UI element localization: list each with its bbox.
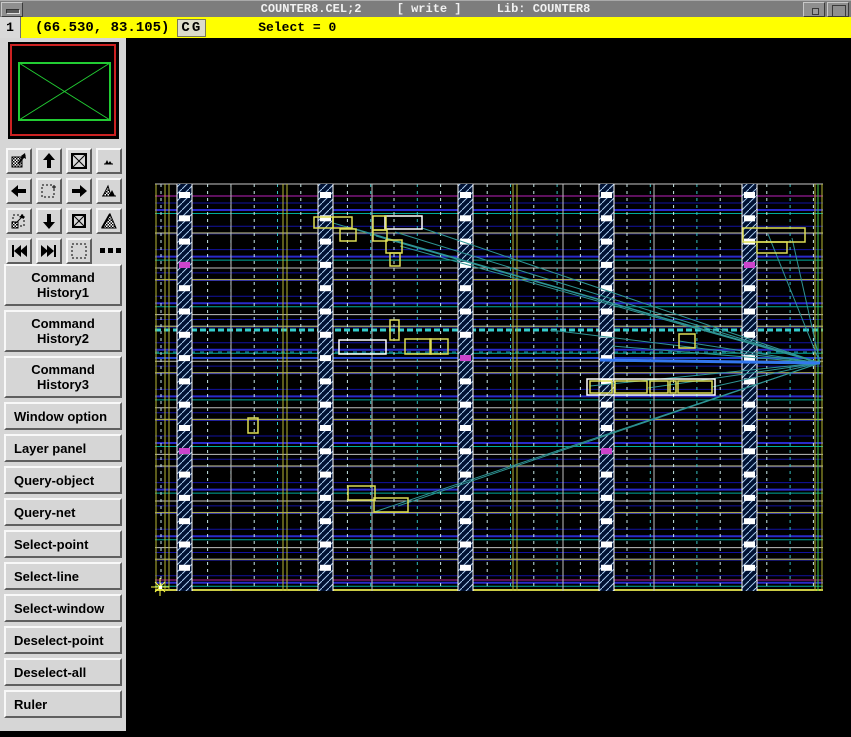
title-write-mode: [ write ] [396, 2, 462, 16]
view-next-icon [41, 245, 56, 257]
sidebar-button-deselect-point[interactable]: Deselect-point [4, 626, 122, 654]
pan-right-icon [72, 185, 87, 197]
button-label: Deselect-point [14, 632, 104, 648]
box-x-small-button[interactable] [66, 208, 92, 234]
pan-right-button[interactable] [66, 178, 92, 204]
minimize-button[interactable] [803, 2, 825, 17]
maximize-icon [832, 5, 846, 17]
overview-panel[interactable] [8, 42, 119, 139]
box-x-button[interactable] [66, 148, 92, 174]
view-prev-icon [12, 245, 27, 257]
select-box-button[interactable] [66, 238, 92, 264]
layout-canvas[interactable] [130, 38, 851, 737]
zoom-diag-button[interactable] [6, 208, 32, 234]
title-library: Lib: COUNTER8 [496, 2, 591, 16]
view-prev-button[interactable] [6, 238, 32, 264]
sidebar-button-ruler[interactable]: Ruler [4, 690, 122, 718]
pan-left-button[interactable] [6, 178, 32, 204]
view-next-button[interactable] [36, 238, 62, 264]
sidebar-button-select-point[interactable]: Select-point [4, 530, 122, 558]
sidebar-button-select-window[interactable]: Select-window [4, 594, 122, 622]
status-bar: 1 (66.530, 83.105) CG Select = 0 [0, 17, 851, 38]
minimize-icon [812, 8, 819, 15]
peaks-large-icon [102, 184, 116, 197]
app-window: COUNTER8.CEL;2 [ write ] Lib: COUNTER8 1… [0, 0, 851, 737]
sidebar: Command History1 Command History2 Command His… [0, 38, 130, 731]
select-box-icon [71, 243, 87, 259]
corner-fill-icon [101, 212, 117, 229]
zoom-window-button[interactable] [36, 178, 62, 204]
button-label: History3 [36, 377, 90, 392]
zoom-window-icon [41, 184, 56, 198]
zoom-diag-icon [11, 214, 25, 229]
sidebar-button-command-history3[interactable]: Command History3 [4, 356, 122, 398]
peaks-small-button[interactable] [96, 148, 122, 174]
zoom-area-button[interactable] [6, 148, 32, 174]
window-menu-button[interactable] [1, 2, 23, 17]
chip-layout [151, 183, 823, 596]
sidebar-button-select-line[interactable]: Select-line [4, 562, 122, 590]
sidebar-button-window-option[interactable]: Window option [4, 402, 122, 430]
button-label: Layer panel [14, 440, 87, 456]
command-button-column: Command History1 Command History2 Command His… [4, 264, 122, 722]
pan-up-button[interactable] [36, 148, 62, 174]
sidebar-button-command-history1[interactable]: Command History1 [4, 264, 122, 306]
title-cell-name: COUNTER8.CEL;2 [260, 2, 362, 16]
box-x-small-icon [72, 214, 86, 228]
button-label: History2 [36, 331, 90, 346]
button-label: History1 [36, 285, 90, 300]
sidebar-button-query-object[interactable]: Query-object [4, 466, 122, 494]
peaks-small-icon [104, 160, 113, 165]
more-dots-icon[interactable] [100, 248, 121, 253]
pan-down-button[interactable] [36, 208, 62, 234]
title-bar: COUNTER8.CEL;2 [ write ] Lib: COUNTER8 [0, 0, 851, 17]
peaks-large-button[interactable] [96, 178, 122, 204]
sidebar-button-layer-panel[interactable]: Layer panel [4, 434, 122, 462]
window-menu-icon [6, 9, 20, 14]
button-label: Select-point [14, 536, 89, 552]
pan-down-icon [43, 214, 55, 229]
window-number: 1 [0, 17, 21, 38]
sidebar-button-deselect-all[interactable]: Deselect-all [4, 658, 122, 686]
cursor-coordinates: (66.530, 83.105) [35, 19, 170, 36]
button-label: Query-net [14, 504, 76, 520]
zoom-area-icon [11, 153, 26, 168]
sidebar-button-query-net[interactable]: Query-net [4, 498, 122, 526]
maximize-button[interactable] [827, 2, 849, 17]
button-label: Select-window [14, 600, 105, 616]
sidebar-button-command-history2[interactable]: Command History2 [4, 310, 122, 352]
button-label: Query-object [14, 472, 95, 488]
grid-mode-indicator[interactable]: CG [177, 18, 207, 37]
window-title: COUNTER8.CEL;2 [ write ] Lib: COUNTER8 [0, 2, 851, 16]
box-x-icon [71, 153, 87, 169]
pan-up-icon [43, 153, 55, 168]
button-label: Command [31, 362, 95, 377]
select-count: Select = 0 [258, 20, 337, 35]
overview-graphic [10, 44, 116, 136]
button-label: Window option [14, 408, 108, 424]
button-label: Select-line [14, 568, 80, 584]
button-label: Deselect-all [14, 664, 87, 680]
button-label: Command [31, 316, 95, 331]
pan-left-icon [11, 185, 26, 197]
button-label: Ruler [14, 696, 48, 712]
corner-fill-button[interactable] [96, 208, 122, 234]
button-label: Command [31, 270, 95, 285]
